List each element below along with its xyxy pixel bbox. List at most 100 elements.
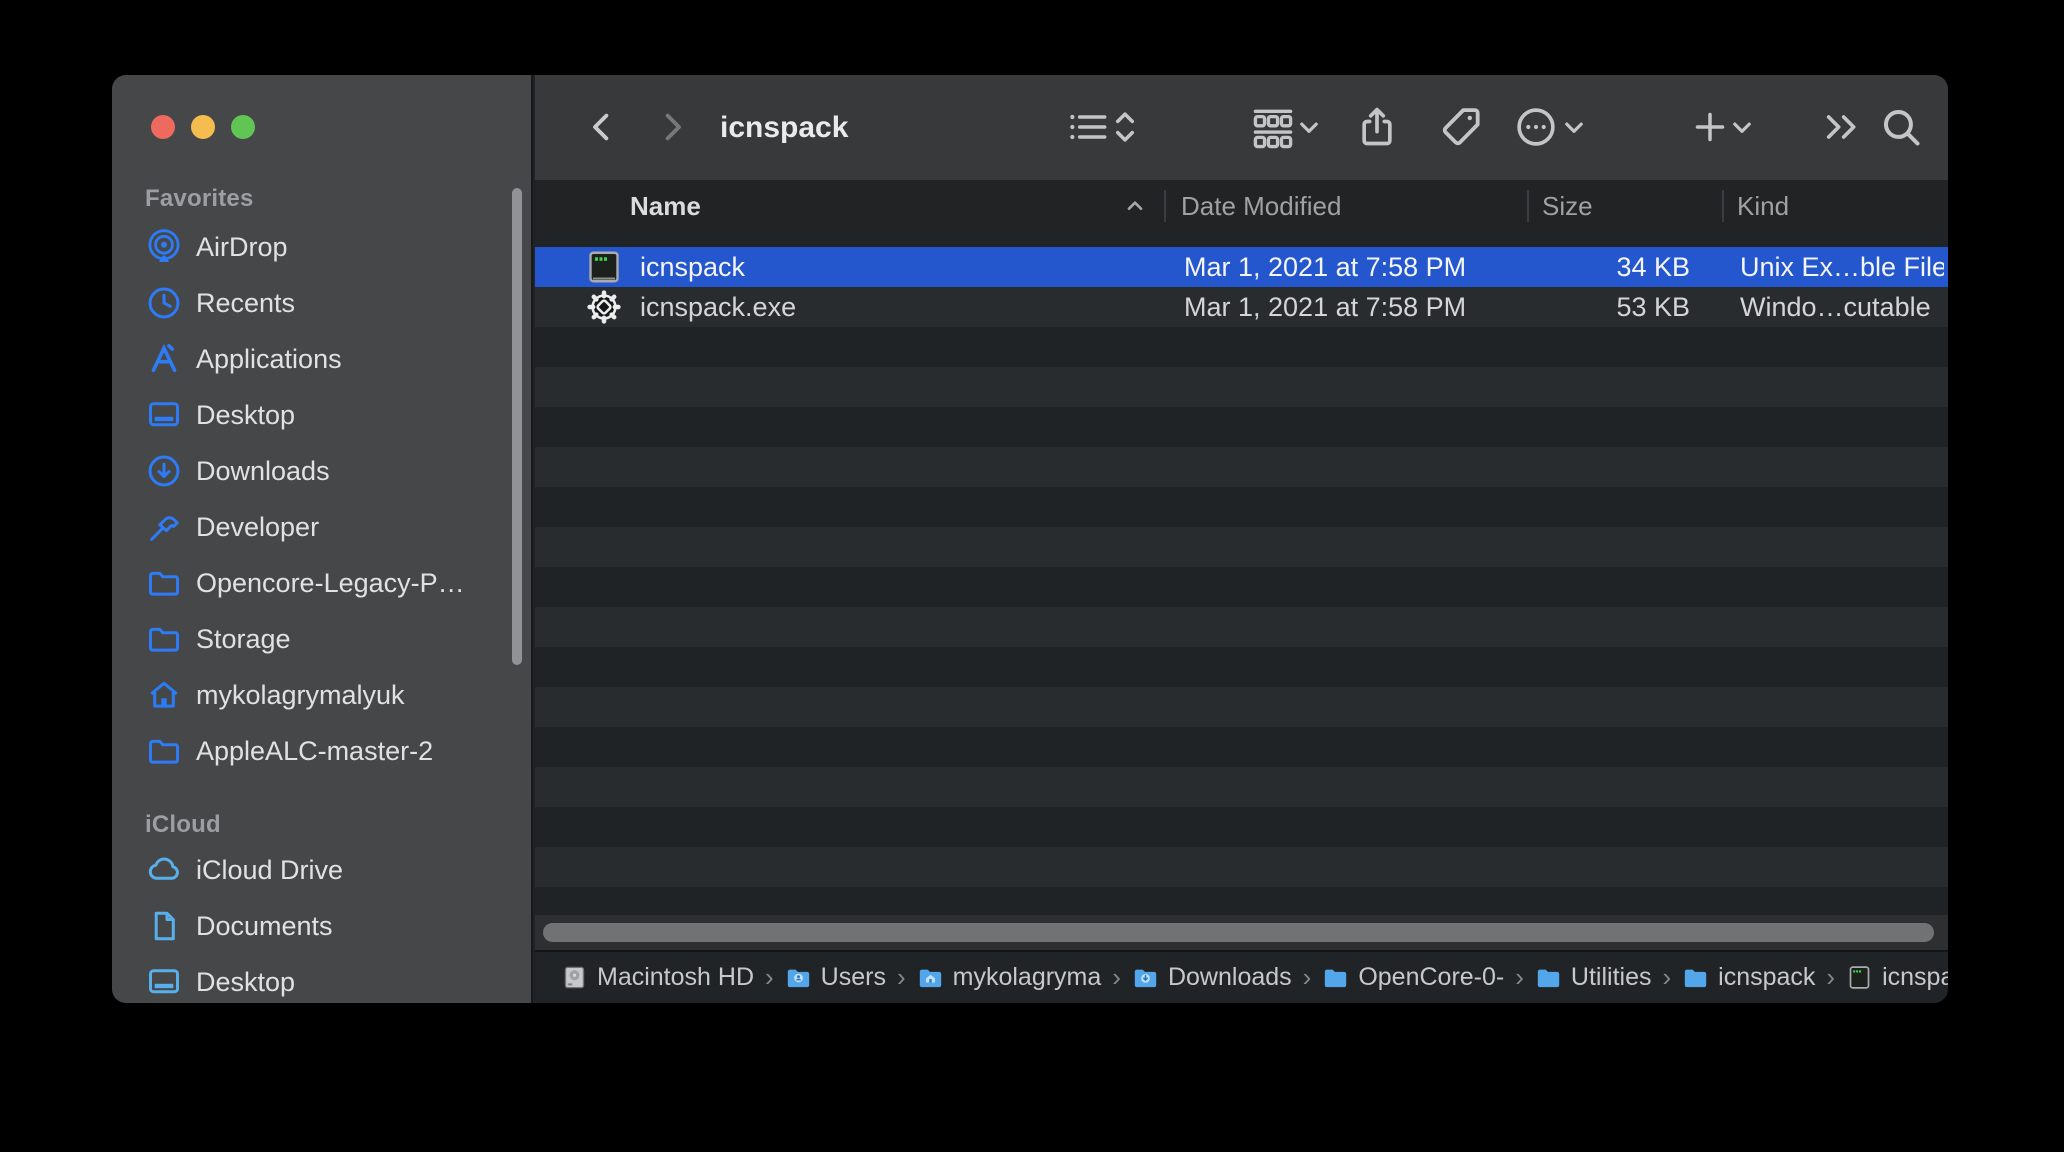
sidebar-scrollbar[interactable] — [512, 188, 522, 665]
path-separator: › — [1826, 962, 1836, 992]
tag-icon[interactable] — [1437, 106, 1485, 148]
sidebar: Favorites AirDrop Recents Applications D… — [112, 75, 533, 1003]
sidebar-item-label: Desktop — [196, 399, 296, 430]
sidebar-item-developer[interactable]: Developer — [112, 499, 531, 555]
column-header-date-modified[interactable]: Date Modified — [1181, 180, 1341, 232]
column-header-kind[interactable]: Kind — [1737, 180, 1789, 232]
folder-home-icon — [917, 964, 944, 991]
column-divider[interactable] — [1527, 190, 1529, 222]
screen: Favorites AirDrop Recents Applications D… — [0, 0, 2064, 1152]
sidebar-item-airdrop[interactable]: AirDrop — [112, 219, 531, 275]
file-size: 34 KB — [1616, 252, 1690, 282]
back-button[interactable] — [581, 106, 623, 148]
column-header-name[interactable]: Name — [630, 180, 701, 232]
more-actions-icon[interactable] — [1513, 106, 1559, 148]
sidebar-item-label: iCloud Drive — [196, 854, 344, 885]
path-separator: › — [1302, 962, 1312, 992]
sidebar-item-label: Desktop — [196, 966, 296, 997]
main-area: icnspack Name Date Modified Size Kind ic… — [535, 75, 1948, 1003]
sort-chevrons-icon[interactable] — [1109, 106, 1141, 148]
sidebar-item-label: Developer — [196, 511, 320, 542]
sidebar-item-recents[interactable]: Recents — [112, 275, 531, 331]
sidebar-item-label: AirDrop — [196, 231, 288, 262]
column-divider[interactable] — [1722, 190, 1724, 222]
list-view-icon[interactable] — [1063, 106, 1113, 148]
path-separator: › — [1515, 962, 1524, 992]
path-separator: › — [1662, 962, 1672, 992]
sidebar-section-favorites: Favorites — [145, 185, 254, 212]
sidebar-item-label: AppleALC-master-2 — [196, 735, 434, 766]
airdrop-icon — [145, 228, 183, 266]
horizontal-scrollbar-track[interactable] — [535, 915, 1948, 950]
toolbar: icnspack — [535, 75, 1948, 180]
folder-downloads-icon — [1132, 964, 1159, 991]
sidebar-item-label: Opencore-Legacy-P… — [196, 567, 465, 598]
path-segment-macintosh-hd[interactable]: Macintosh HD — [561, 963, 754, 992]
chevron-down-icon[interactable] — [1294, 106, 1324, 148]
empty-row-stripes — [535, 327, 1948, 915]
file-row-icnspack-exe[interactable]: icnspack.exe Mar 1, 2021 at 7:58 PM 53 K… — [535, 287, 1948, 327]
document-icon — [145, 907, 183, 945]
path-separator: › — [1112, 962, 1121, 992]
sidebar-item-applealc[interactable]: AppleALC-master-2 — [112, 723, 531, 779]
zoom-button[interactable] — [231, 115, 255, 139]
folder-icon — [145, 620, 183, 658]
show-more-chevrons-icon[interactable] — [1818, 106, 1866, 148]
folder-icon — [145, 564, 183, 602]
column-header-row: Name Date Modified Size Kind — [535, 180, 1948, 232]
sidebar-item-opencore-legacy[interactable]: Opencore-Legacy-P… — [112, 555, 531, 611]
file-date-modified: Mar 1, 2021 at 7:58 PM — [1184, 252, 1467, 282]
path-segment-users[interactable]: Users — [785, 963, 886, 992]
sidebar-item-label: Downloads — [196, 455, 330, 486]
sidebar-item-documents[interactable]: Documents — [112, 898, 531, 954]
file-kind: Windo…cutable — [1740, 292, 1931, 322]
path-segment-home[interactable]: mykolagryma — [917, 963, 1101, 992]
share-icon[interactable] — [1354, 106, 1400, 148]
finder-window: Favorites AirDrop Recents Applications D… — [112, 75, 1948, 1003]
column-header-size[interactable]: Size — [1542, 180, 1593, 232]
windows-executable-icon — [586, 289, 622, 325]
chevron-down-icon[interactable] — [1559, 106, 1589, 148]
path-segment-opencore[interactable]: OpenCore-0- — [1322, 963, 1504, 992]
search-icon[interactable] — [1878, 106, 1924, 148]
path-separator: › — [896, 962, 906, 992]
sidebar-item-desktop[interactable]: Desktop — [112, 387, 531, 443]
minimize-button[interactable] — [191, 115, 215, 139]
file-list: icnspack Mar 1, 2021 at 7:58 PM 34 KB Un… — [535, 232, 1948, 1003]
header-gap — [535, 232, 1948, 247]
sidebar-item-applications[interactable]: Applications — [112, 331, 531, 387]
file-name: icnspack.exe — [640, 292, 797, 322]
forward-button[interactable] — [651, 106, 693, 148]
folder-icon — [1322, 964, 1349, 991]
folder-icon — [145, 732, 183, 770]
group-by-icon[interactable] — [1248, 106, 1298, 149]
sidebar-item-label: Storage — [196, 623, 291, 654]
path-segment-downloads[interactable]: Downloads — [1132, 963, 1292, 992]
desktop-icon — [145, 963, 183, 1001]
hammer-icon — [145, 508, 183, 546]
column-divider[interactable] — [1164, 190, 1166, 222]
sidebar-item-label: mykolagrymalyuk — [196, 679, 405, 710]
folder-icon — [1535, 964, 1562, 991]
path-segment-icnspack-folder[interactable]: icnspack — [1682, 963, 1815, 992]
sidebar-item-icloud-drive[interactable]: iCloud Drive — [112, 842, 531, 898]
chevron-down-icon[interactable] — [1727, 106, 1757, 148]
path-segment-icnspack-file[interactable]: icnspack — [1846, 963, 1948, 992]
sidebar-item-home[interactable]: mykolagrymalyuk — [112, 667, 531, 723]
file-date-modified: Mar 1, 2021 at 7:58 PM — [1184, 292, 1467, 322]
unix-executable-icon — [586, 249, 622, 285]
app-store-icon — [145, 340, 183, 378]
file-row-icnspack[interactable]: icnspack Mar 1, 2021 at 7:58 PM 34 KB Un… — [535, 247, 1948, 287]
sidebar-item-label: Documents — [196, 910, 333, 941]
window-title: icnspack — [720, 111, 849, 144]
sidebar-item-storage[interactable]: Storage — [112, 611, 531, 667]
sidebar-item-label: Applications — [196, 343, 342, 374]
path-bar: Macintosh HD › Users › mykolagryma › Dow… — [535, 950, 1948, 1003]
sidebar-item-desktop-icloud[interactable]: Desktop — [112, 954, 531, 1003]
sidebar-item-downloads[interactable]: Downloads — [112, 443, 531, 499]
close-button[interactable] — [151, 115, 175, 139]
path-segment-utilities[interactable]: Utilities — [1535, 963, 1651, 992]
folder-users-icon — [785, 964, 812, 991]
file-kind: Unix Ex…ble File — [1740, 252, 1944, 282]
horizontal-scrollbar-thumb[interactable] — [543, 923, 1934, 942]
